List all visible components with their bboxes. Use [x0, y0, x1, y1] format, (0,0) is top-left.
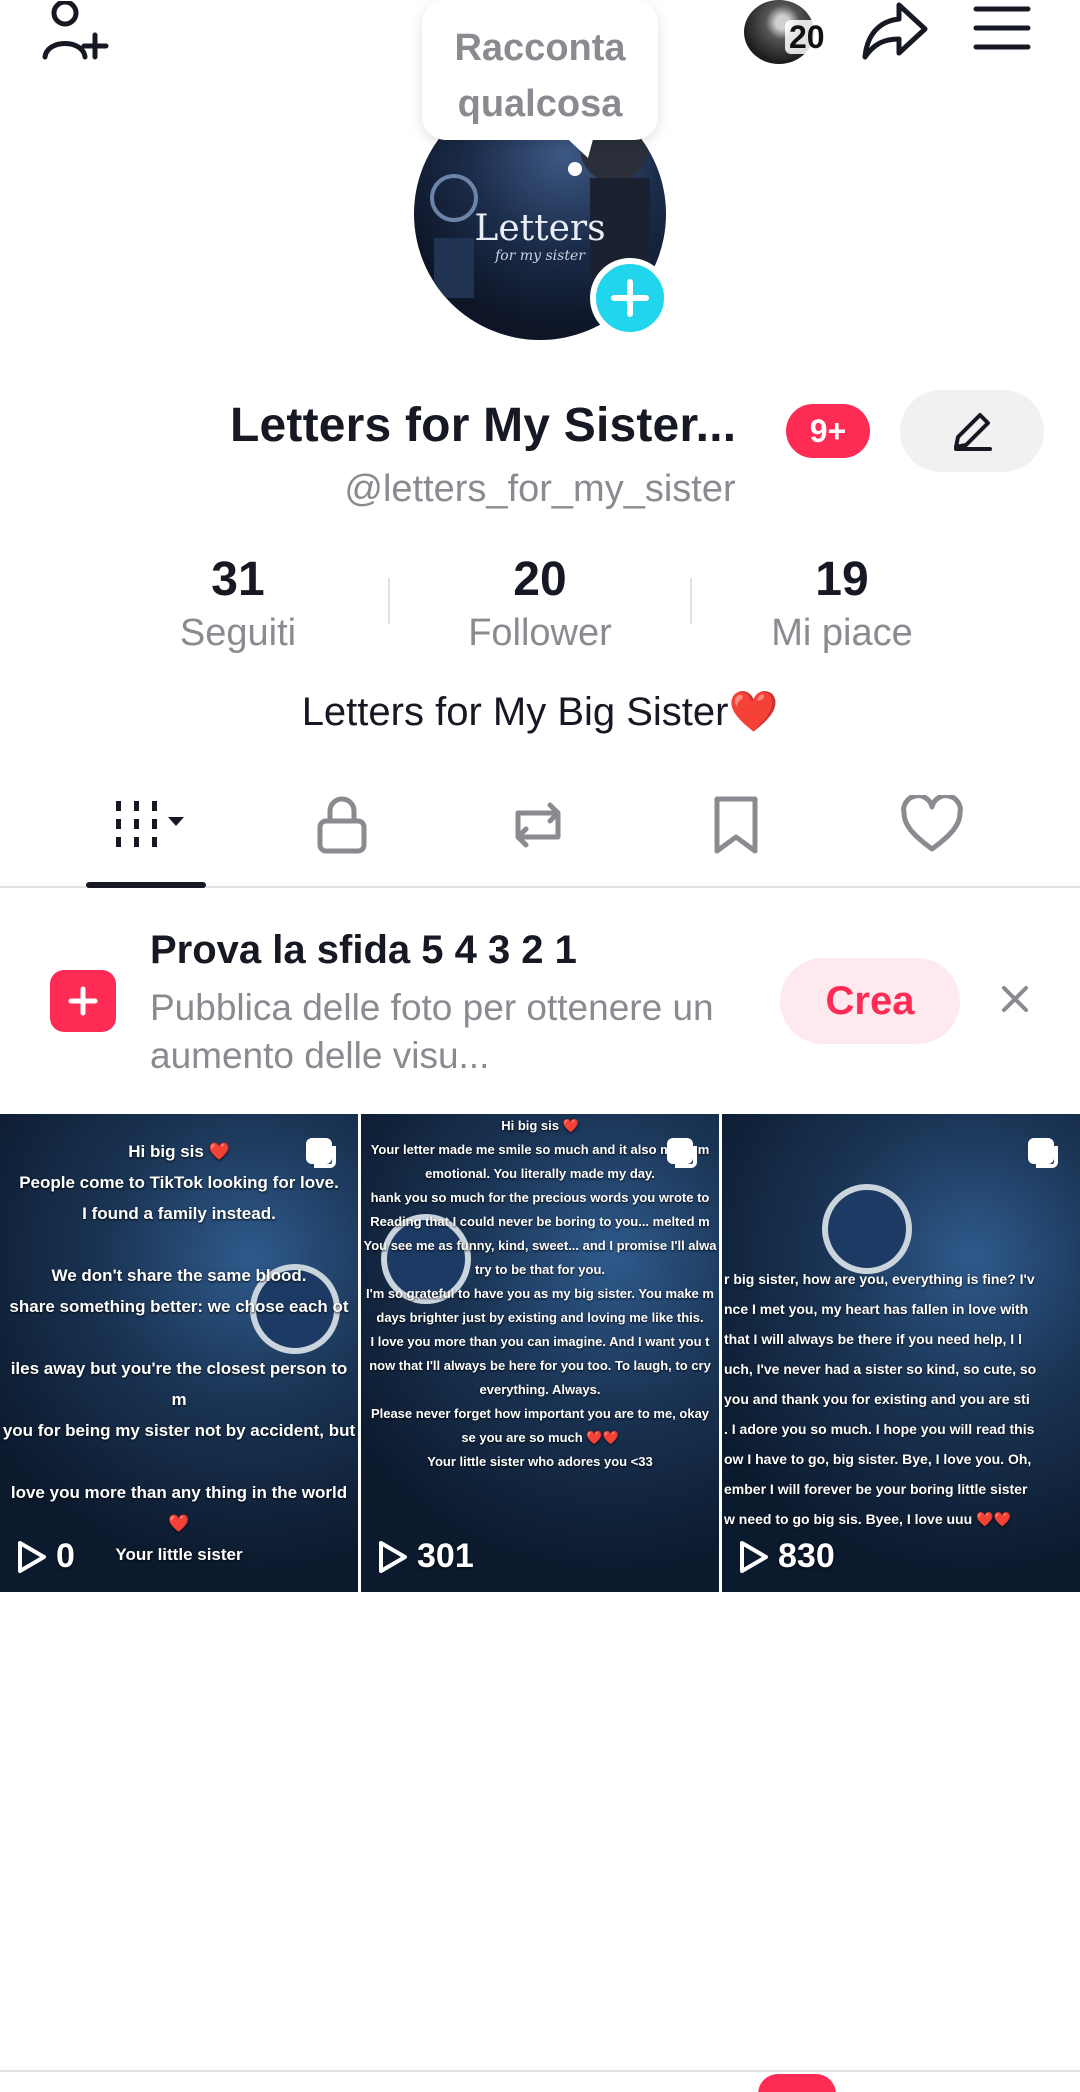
- view-count: 0: [16, 1537, 75, 1576]
- create-button[interactable]: Crea: [780, 958, 960, 1044]
- promo-title: Prova la sfida 5 4 3 2 1: [150, 928, 577, 972]
- tooltip-bubble[interactable]: Racconta qualcosa: [422, 0, 658, 140]
- video-grid: Hi big sis ❤️ People come to TikTok look…: [0, 1114, 1080, 1592]
- stat-likes-label: Mi piace: [771, 612, 913, 654]
- avatar-dot: [568, 162, 582, 176]
- stat-followers-label: Follower: [468, 612, 612, 654]
- menu-icon[interactable]: [970, 0, 1034, 56]
- story-count: 20: [785, 20, 829, 54]
- active-tab-indicator: [86, 882, 206, 888]
- video-thumbnail[interactable]: Hi big sis ❤️ Your letter made me smile …: [361, 1114, 719, 1592]
- profile-handle: @letters_for_my_sister: [344, 468, 736, 510]
- play-icon: [379, 1540, 407, 1573]
- stat-following-value: 31: [211, 553, 265, 606]
- video-caption: r big sister, how are you, everything is…: [724, 1271, 1037, 1527]
- stat-likes-value: 19: [815, 553, 869, 606]
- multi-photo-icon: [667, 1138, 697, 1168]
- video-thumbnail[interactable]: r big sister, how are you, everything is…: [722, 1114, 1080, 1592]
- view-count: 301: [377, 1537, 474, 1576]
- play-icon: [18, 1540, 46, 1573]
- tab-private[interactable]: [292, 790, 392, 860]
- add-friend-icon[interactable]: [36, 0, 116, 62]
- view-count-value: 301: [417, 1537, 474, 1575]
- notifications-badge[interactable]: 9+: [786, 404, 870, 458]
- multi-photo-icon: [306, 1138, 336, 1168]
- tab-liked[interactable]: [882, 790, 982, 860]
- tab-favorites[interactable]: [686, 790, 786, 860]
- profile-name: Letters for My Sister...: [230, 399, 737, 452]
- play-icon: [740, 1540, 768, 1573]
- pencil-icon: [954, 413, 992, 451]
- stat-likes[interactable]: 19 Mi piace: [692, 552, 992, 658]
- tab-reposts[interactable]: [488, 790, 588, 860]
- repost-icon: [515, 802, 561, 848]
- heart-icon: [901, 795, 963, 852]
- stat-following[interactable]: 31 Seguiti: [88, 552, 388, 658]
- share-icon[interactable]: [856, 0, 936, 62]
- promo-description: Pubblica delle foto per ottenere un aume…: [150, 987, 714, 1076]
- profile-tabs: [0, 770, 1080, 888]
- bookmark-icon: [714, 796, 758, 854]
- close-icon[interactable]: [994, 978, 1036, 1020]
- video-thumbnail[interactable]: Hi big sis ❤️ People come to TikTok look…: [0, 1114, 358, 1592]
- view-count-value: 0: [56, 1537, 75, 1575]
- edit-profile-button[interactable]: [900, 390, 1044, 472]
- add-story-button[interactable]: [590, 258, 670, 338]
- inbox-badge[interactable]: [758, 2074, 836, 2092]
- multi-photo-icon: [1028, 1138, 1058, 1168]
- avatar-title: Letters: [474, 208, 606, 249]
- stat-followers[interactable]: 20 Follower: [390, 552, 690, 658]
- grid-icon: [116, 801, 184, 847]
- bottom-nav-divider: [0, 2070, 1080, 2072]
- view-count: 830: [738, 1537, 835, 1576]
- video-caption: Hi big sis ❤️ People come to TikTok look…: [2, 1142, 356, 1564]
- lock-icon: [317, 796, 367, 854]
- stat-following-label: Seguiti: [179, 612, 297, 654]
- stat-followers-value: 20: [513, 553, 567, 606]
- view-count-value: 830: [778, 1537, 835, 1575]
- add-photo-icon: [50, 970, 116, 1032]
- tab-videos[interactable]: [96, 790, 196, 860]
- profile-bio: Letters for My Big Sister❤️: [301, 690, 779, 734]
